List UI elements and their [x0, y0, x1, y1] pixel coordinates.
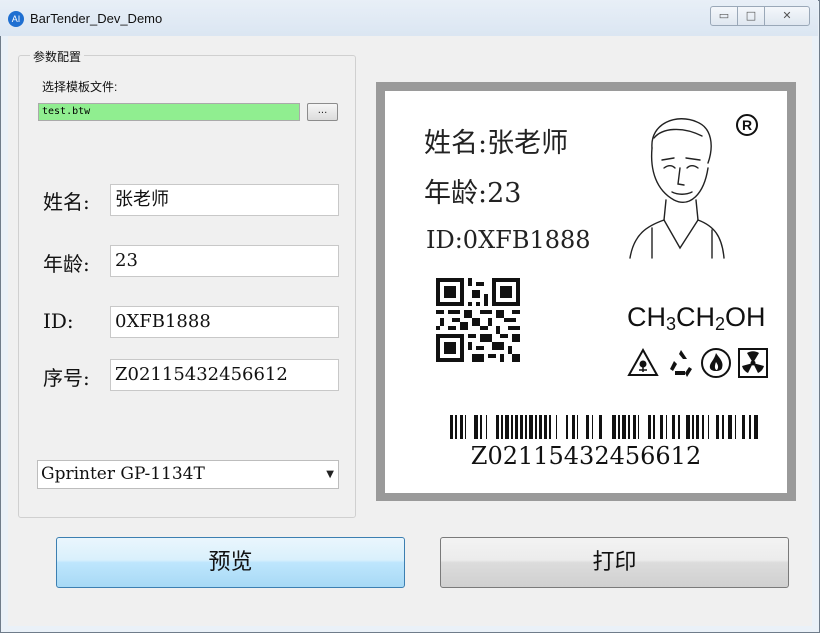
params-groupbox	[18, 55, 356, 518]
toxic-hazard-icon	[627, 347, 659, 376]
params-group-title: 参数配置	[30, 48, 85, 65]
printer-select-value: Gprinter GP-1134T	[41, 464, 205, 484]
id-input[interactable]: 0XFB1888	[110, 306, 339, 338]
preview-button[interactable]: 预览	[56, 537, 405, 588]
close-button[interactable]: ✕	[764, 6, 810, 26]
formula-part: CH	[627, 302, 666, 332]
registered-trademark-icon: R	[736, 114, 758, 136]
formula-subscript: 3	[666, 314, 677, 334]
name-label: 姓名:	[43, 190, 90, 214]
age-label: 年龄:	[43, 252, 90, 276]
formula-part: CH	[676, 302, 716, 332]
print-button[interactable]: 打印	[440, 537, 789, 588]
title-bar[interactable]: AI BarTender_Dev_Demo ▭ □ ✕	[0, 0, 818, 36]
name-input[interactable]: 张老师	[110, 184, 339, 216]
app-logo-icon: AI	[8, 11, 24, 27]
barcode-text: Z02115432456612	[470, 442, 702, 470]
preview-id-text: ID:0XFB1888	[426, 226, 591, 254]
qr-code	[436, 278, 520, 362]
flammable-icon	[701, 348, 731, 378]
portrait-sketch	[629, 118, 725, 259]
id-label: ID:	[43, 309, 74, 333]
maximize-button[interactable]: □	[737, 6, 765, 26]
template-file-label: 选择模板文件:	[42, 80, 118, 94]
recycle-icon	[670, 350, 692, 377]
chemical-formula: CH3CH2OH	[627, 302, 766, 335]
barcode	[450, 415, 758, 439]
minimize-button[interactable]: ▭	[710, 6, 738, 26]
template-file-field[interactable]: test.btw	[38, 103, 300, 121]
printer-select[interactable]: Gprinter GP-1134T ▼	[37, 460, 339, 489]
serial-label: 序号:	[43, 366, 90, 390]
window-title: BarTender_Dev_Demo	[30, 11, 163, 26]
preview-age-text: 年龄:23	[424, 178, 522, 209]
browse-button[interactable]: ...	[307, 103, 338, 121]
formula-subscript: 2	[715, 314, 726, 334]
radiation-icon	[738, 348, 768, 378]
age-input[interactable]: 23	[110, 245, 339, 277]
formula-part: OH	[725, 302, 766, 332]
preview-name-text: 姓名:张老师	[424, 128, 569, 159]
serial-input[interactable]: Z02115432456612	[110, 359, 339, 391]
dropdown-arrow-icon[interactable]: ▼	[326, 461, 334, 488]
